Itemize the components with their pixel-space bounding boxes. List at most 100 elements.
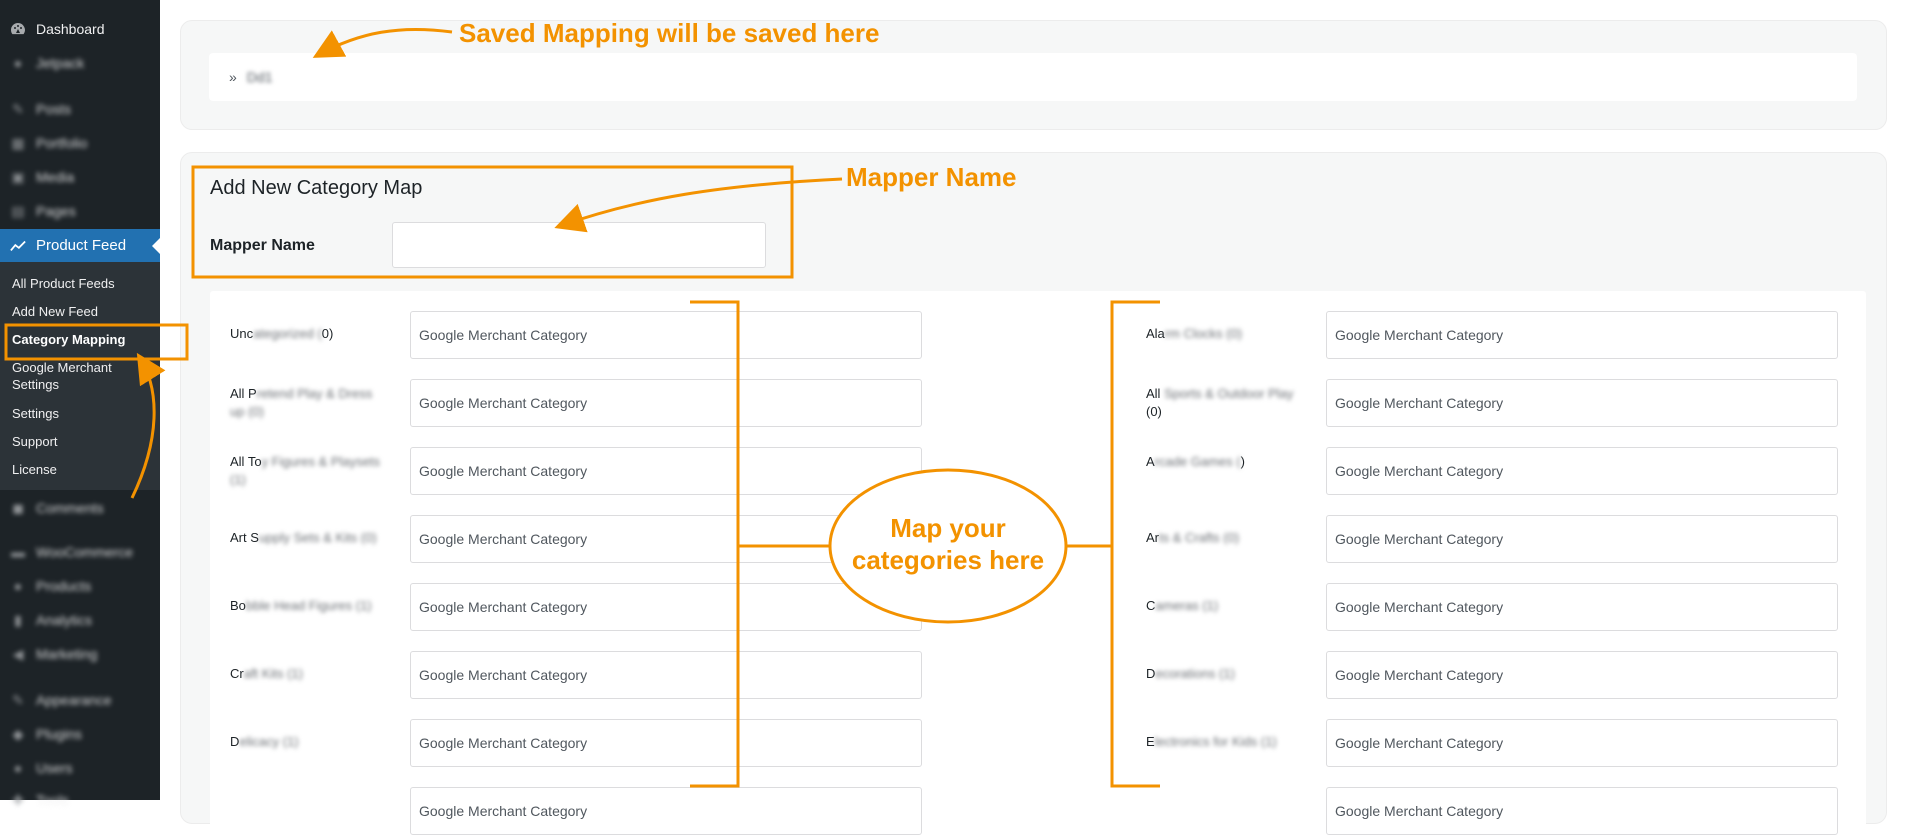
sidebar-item-pages[interactable]: ▤ Pages (0, 197, 160, 225)
sidebar-item-label: Marketing (36, 646, 98, 662)
sidebar-item-posts[interactable]: ✎ Posts (0, 95, 160, 123)
sidebar-item-portfolio[interactable]: ▦ Portfolio (0, 129, 160, 157)
sidebar-item-label: Appearance (36, 692, 112, 708)
brush-icon: ✎ (12, 691, 24, 708)
sidebar-item-label: Plugins (36, 726, 82, 742)
dashboard-icon (10, 21, 26, 37)
category-label: Alarm Clocks (0) (1146, 325, 1306, 343)
category-label: Cameras (1) (1146, 597, 1306, 615)
sidebar-item-label: Analytics (36, 612, 93, 628)
product-feed-submenu: All Product Feeds Add New Feed Category … (0, 262, 160, 490)
category-row: Arcade Games () (210, 447, 1866, 495)
submenu-item-settings[interactable]: Settings (12, 405, 160, 422)
sidebar-item-label: Dashboard (36, 21, 105, 37)
sidebar-item-label: Portfolio (36, 135, 88, 151)
mapper-name-label: Mapper Name (210, 237, 315, 254)
category-label: Decorations (1) (1146, 665, 1306, 683)
mapper-name-input[interactable] (392, 222, 766, 268)
submenu-item-add-new-feed[interactable]: Add New Feed (12, 303, 160, 320)
pin-icon: ✎ (12, 100, 24, 117)
category-row (210, 787, 1866, 835)
products-icon: ● (13, 578, 23, 594)
comment-icon: ◼ (12, 499, 24, 516)
sidebar-item-label: Jetpack (36, 55, 85, 71)
google-merchant-category-input[interactable] (1326, 311, 1838, 359)
saved-mappings-panel: » Dd1 (180, 20, 1887, 130)
sidebar-item-marketing[interactable]: ◀ Marketing (0, 640, 160, 668)
wrench-icon: ✚ (12, 791, 24, 808)
sidebar-item-product-feed[interactable]: Product Feed (0, 229, 160, 262)
sidebar-item-label: Pages (36, 203, 76, 219)
category-label-visible: Ar (1146, 530, 1159, 545)
google-merchant-category-input[interactable] (1326, 719, 1838, 767)
sidebar-item-dashboard[interactable]: Dashboard (0, 15, 160, 43)
submenu-item-license[interactable]: License (12, 461, 160, 478)
jetpack-icon: ● (13, 55, 23, 71)
category-label-visible: All (1146, 386, 1161, 401)
sidebar-item-label: Users (36, 760, 73, 776)
category-label-visible: A (1146, 454, 1155, 469)
sidebar-item-woocommerce[interactable]: ▬ WooCommerce (0, 538, 160, 566)
submenu-item-google-merchant-settings[interactable]: Google Merchant Settings (12, 359, 160, 393)
sidebar-item-plugins[interactable]: ◆ Plugins (0, 720, 160, 748)
category-row: Decorations (1) (210, 651, 1866, 699)
sidebar-item-analytics[interactable]: ▮ Analytics (0, 606, 160, 634)
category-label-tail: ) (1240, 454, 1245, 469)
category-row: Alarm Clocks (0) (210, 311, 1866, 359)
page-title: Add New Category Map (210, 177, 423, 199)
portfolio-icon: ▦ (11, 134, 25, 151)
category-label-obscured: ts & Crafts (0) (1159, 530, 1240, 545)
category-label-obscured: rcade Games ( (1154, 454, 1241, 469)
media-icon: ▣ (11, 168, 25, 185)
sidebar-item-label: Comments (36, 500, 104, 516)
category-label: Arts & Crafts (0) (1146, 529, 1306, 547)
sidebar-item-media[interactable]: ▣ Media (0, 163, 160, 191)
saved-mapping-item[interactable]: » Dd1 (209, 53, 1857, 101)
analytics-icon: ▮ (14, 611, 22, 628)
bullet-icon: » (229, 69, 237, 85)
sidebar-item-appearance[interactable]: ✎ Appearance (0, 686, 160, 714)
google-merchant-category-input[interactable] (1326, 583, 1838, 631)
google-merchant-category-input[interactable] (1326, 651, 1838, 699)
plug-icon: ◆ (12, 725, 24, 742)
annotation-map-categories-line1: Map your (890, 513, 1006, 543)
sidebar-item-comments[interactable]: ◼ Comments (0, 494, 160, 522)
category-label-visible: D (1146, 666, 1156, 681)
category-label-obscured: ameras (1) (1155, 598, 1219, 613)
submenu-item-category-mapping[interactable]: Category Mapping (12, 331, 160, 348)
submenu-item-all-product-feeds[interactable]: All Product Feeds (12, 275, 160, 292)
annotation-map-categories-line2: categories here (851, 545, 1045, 575)
category-label-visible: Ala (1146, 326, 1165, 341)
google-merchant-category-input[interactable] (1326, 515, 1838, 563)
category-label-obscured: Sports & Outdoor Play (1160, 386, 1294, 401)
submenu-item-support[interactable]: Support (12, 433, 160, 450)
category-label-tail: (0) (1146, 404, 1162, 419)
sidebar-item-jetpack[interactable]: ● Jetpack (0, 49, 160, 77)
pages-icon: ▤ (11, 202, 25, 219)
sidebar-item-users[interactable]: ● Users (0, 754, 160, 782)
category-row: Cameras (1) (210, 583, 1866, 631)
sidebar-item-label: Product Feed (36, 237, 127, 254)
google-merchant-category-input[interactable] (1326, 447, 1838, 495)
category-label-visible: C (1146, 598, 1156, 613)
category-label-obscured: rm Clocks (0) (1164, 326, 1243, 341)
saved-mapping-name: Dd1 (246, 69, 273, 85)
add-category-map-panel: Add New Category Map Mapper Name Uncateg… (180, 152, 1887, 835)
sidebar-item-tools[interactable]: ✚ Tools (0, 786, 160, 814)
google-merchant-category-input[interactable] (1326, 787, 1838, 835)
annotation-saved-mapping: Saved Mapping will be saved here (459, 18, 880, 48)
google-merchant-category-input[interactable] (1326, 379, 1838, 427)
category-row: All Sports & Outdoor Play (0) (210, 379, 1866, 427)
sidebar-item-label: Media (36, 169, 75, 185)
sidebar-item-label: WooCommerce (36, 544, 133, 560)
annotation-map-categories: Map your categories here (832, 512, 1064, 576)
user-icon: ● (13, 760, 23, 776)
admin-sidebar: Dashboard ● Jetpack ✎ Posts ▦ Portfolio … (0, 0, 160, 808)
category-row: Electronics for Kids (1) (210, 719, 1866, 767)
sidebar-item-label: Tools (36, 792, 69, 808)
category-label-obscured: lectronics for Kids (1) (1154, 734, 1277, 749)
woo-icon: ▬ (11, 544, 25, 560)
sidebar-item-products[interactable]: ● Products (0, 572, 160, 600)
sidebar-item-label: Posts (36, 101, 72, 117)
category-label: Arcade Games () (1146, 453, 1306, 471)
